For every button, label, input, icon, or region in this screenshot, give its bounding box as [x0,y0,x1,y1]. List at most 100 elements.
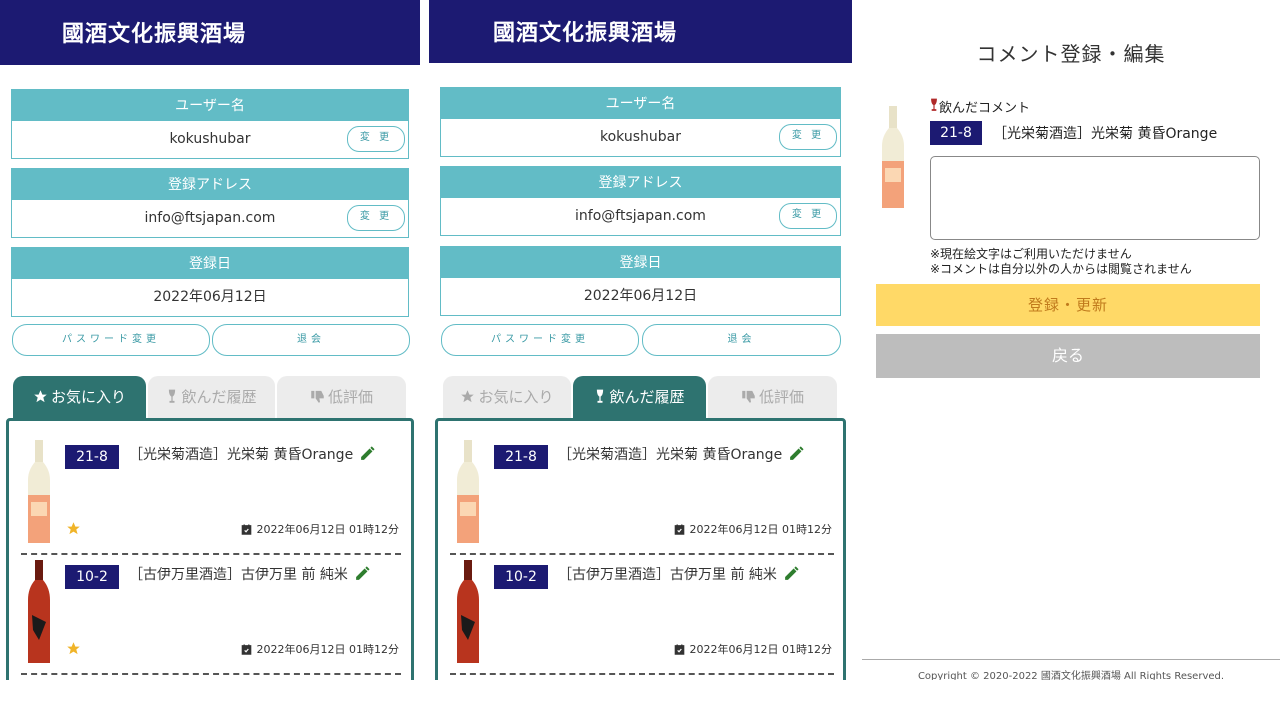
list-item[interactable]: 21-8 ［光栄菊酒造］光栄菊 黄昏Orange 2022年06月12日 01時… [21,435,401,555]
change-email-button[interactable]: 変 更 [779,203,837,229]
item-date: 2022年06月12日 01時12分 [241,521,399,537]
tab-history[interactable]: 飲んだ履歴 [148,376,275,418]
back-button[interactable]: 戻る [876,334,1260,378]
tab-favorites[interactable]: お気に入り [13,376,146,418]
item-name: ［光栄菊酒造］光栄菊 黄昏Orange [993,126,1218,142]
item-date-text: 2022年06月12日 01時12分 [256,643,399,656]
withdraw-button[interactable]: 退会 [642,324,841,356]
tab-history[interactable]: 飲んだ履歴 [573,376,706,418]
email-text: info@ftsjapan.com [575,208,706,224]
username-label: ユーザー名 [11,89,409,121]
username-label: ユーザー名 [440,87,841,119]
email-field: 登録アドレス info@ftsjapan.com 変 更 [11,168,409,238]
star-icon[interactable] [66,521,81,536]
item-name[interactable]: ［古伊万里酒造］古伊万里 前 純米 [129,565,371,585]
calendar-check-icon [674,644,684,655]
tab-favorites[interactable]: お気に入り [443,376,571,418]
email-field: 登録アドレス info@ftsjapan.com 変 更 [440,166,841,236]
thumbs-down-icon [311,390,324,403]
item-date-text: 2022年06月12日 01時12分 [689,523,832,536]
comment-textarea[interactable] [930,156,1260,240]
regdate-label: 登録日 [440,246,841,278]
thumbs-down-icon [742,390,755,403]
site-logo[interactable]: 國酒文化振興酒場 [493,15,677,47]
item-name[interactable]: ［光栄菊酒造］光栄菊 黄昏Orange [129,445,376,465]
item-code: 10-2 [494,565,548,589]
username-value: kokushubar 変 更 [440,119,841,157]
star-icon [461,390,475,403]
star-icon [34,390,47,403]
site-header: 國酒文化振興酒場 [0,0,420,65]
sake-bottle-image [457,560,479,663]
site-header: 國酒文化振興酒場 [429,0,852,63]
change-username-button[interactable]: 変 更 [347,126,405,152]
privacy-note: ※コメントは自分以外の人からは閲覧されません [930,262,1192,276]
tab-history-label: 飲んだ履歴 [181,388,257,406]
item-date-text: 2022年06月12日 01時12分 [689,643,832,656]
tab-history-label: 飲んだ履歴 [609,388,685,406]
regdate-value: 2022年06月12日 [11,279,409,317]
item-name[interactable]: ［古伊万里酒造］古伊万里 前 純米 [558,565,800,585]
comment-edit-screen: コメント登録・編集 飲んだコメント 21-8 ［光栄菊酒造］光栄菊 黄昏Oran… [862,0,1280,680]
item-date-text: 2022年06月12日 01時12分 [256,523,399,536]
wineglass-icon [169,389,176,403]
tab-favorites-label: お気に入り [478,388,554,406]
item-name-text: ［古伊万里酒造］古伊万里 前 純米 [129,567,348,583]
site-logo[interactable]: 國酒文化振興酒場 [62,16,246,48]
mypage-favorites-screen: 國酒文化振興酒場 ユーザー名 kokushubar 変 更 登録アドレス inf… [0,0,420,680]
calendar-check-icon [241,524,251,535]
withdraw-button[interactable]: 退会 [212,324,410,356]
footer-divider [862,659,1280,660]
username-text: kokushubar [600,129,681,145]
change-email-button[interactable]: 変 更 [347,205,405,231]
tab-low-rating-label: 低評価 [758,388,804,406]
tab-low-rating[interactable]: 低評価 [277,376,406,418]
calendar-check-icon [674,524,684,535]
sake-bottle-image [457,440,479,543]
item-date: 2022年06月12日 01時12分 [674,641,832,657]
mypage-history-screen: 國酒文化振興酒場 ユーザー名 kokushubar 変 更 登録アドレス inf… [429,0,852,680]
pencil-icon[interactable] [783,565,800,582]
wineglass-icon [931,98,937,111]
item-name-text: ［光栄菊酒造］光栄菊 黄昏Orange [129,447,354,463]
star-icon[interactable] [66,641,81,656]
list-item[interactable]: 10-2 ［古伊万里酒造］古伊万里 前 純米 2022年06月12日 01時12… [450,555,834,675]
favorites-list: 21-8 ［光栄菊酒造］光栄菊 黄昏Orange 2022年06月12日 01時… [6,418,414,680]
history-list: 21-8 ［光栄菊酒造］光栄菊 黄昏Orange 2022年06月12日 01時… [435,418,846,680]
submit-button[interactable]: 登録・更新 [876,284,1260,326]
password-change-button[interactable]: パスワード変更 [12,324,210,356]
email-value: info@ftsjapan.com 変 更 [11,200,409,238]
item-name[interactable]: ［光栄菊酒造］光栄菊 黄昏Orange [558,445,805,465]
item-name-text: ［古伊万里酒造］古伊万里 前 純米 [558,567,777,583]
tab-low-rating-label: 低評価 [327,388,373,406]
wineglass-icon [597,389,604,403]
comment-heading: 飲んだコメント [929,97,1030,116]
list-item[interactable]: 10-2 ［古伊万里酒造］古伊万里 前 純米 2022年06月12日 01時12… [21,555,401,675]
item-code: 21-8 [65,445,119,469]
pencil-icon[interactable] [788,445,805,462]
item-date: 2022年06月12日 01時12分 [241,641,399,657]
password-change-button[interactable]: パスワード変更 [441,324,639,356]
item-code: 21-8 [494,445,548,469]
sake-bottle-image [28,560,50,663]
comment-heading-label: 飲んだコメント [939,101,1031,116]
list-item[interactable]: 21-8 ［光栄菊酒造］光栄菊 黄昏Orange 2022年06月12日 01時… [450,435,834,555]
pencil-icon[interactable] [359,445,376,462]
calendar-check-icon [241,644,251,655]
regdate-value: 2022年06月12日 [440,278,841,316]
change-username-button[interactable]: 変 更 [779,124,837,150]
email-value: info@ftsjapan.com 変 更 [440,198,841,236]
sake-bottle-image [28,440,50,543]
regdate-field: 登録日 2022年06月12日 [11,247,409,317]
regdate-label: 登録日 [11,247,409,279]
item-name-text: ［光栄菊酒造］光栄菊 黄昏Orange [558,447,783,463]
regdate-field: 登録日 2022年06月12日 [440,246,841,316]
email-label: 登録アドレス [440,166,841,198]
username-field: ユーザー名 kokushubar 変 更 [11,89,409,159]
pencil-icon[interactable] [354,565,371,582]
item-code: 21-8 [930,121,982,145]
username-field: ユーザー名 kokushubar 変 更 [440,87,841,157]
tab-low-rating[interactable]: 低評価 [708,376,837,418]
tab-favorites-label: お気に入り [50,388,126,406]
item-date: 2022年06月12日 01時12分 [674,521,832,537]
